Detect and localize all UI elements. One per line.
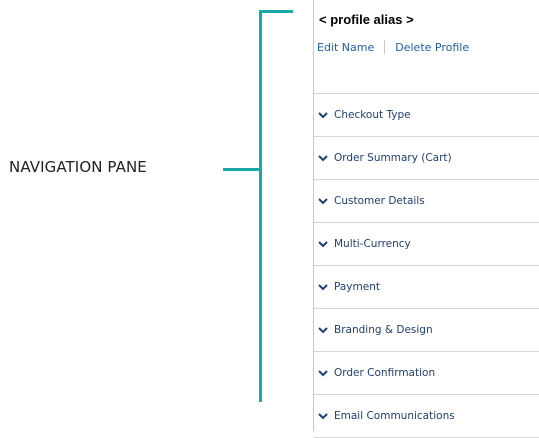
chevron-down-icon [318, 411, 328, 421]
section-customer-details[interactable]: Customer Details [314, 180, 539, 223]
section-order-summary[interactable]: Order Summary (Cart) [314, 137, 539, 180]
actions-separator [384, 40, 386, 54]
section-branding-design[interactable]: Branding & Design [314, 309, 539, 352]
section-multi-currency[interactable]: Multi-Currency [314, 223, 539, 266]
section-label: Payment [334, 281, 380, 293]
section-label: Multi-Currency [334, 238, 411, 250]
annotation-bracket-top [259, 10, 293, 13]
section-order-confirmation[interactable]: Order Confirmation [314, 352, 539, 395]
chevron-down-icon [318, 282, 328, 292]
annotation-label: NAVIGATION PANE [9, 158, 147, 176]
chevron-down-icon [318, 239, 328, 249]
section-label: Customer Details [334, 195, 425, 207]
section-label: Checkout Type [334, 109, 411, 121]
section-label: Email Communications [334, 410, 455, 422]
annotation-connector-line [223, 168, 260, 171]
section-checkout-type[interactable]: Checkout Type [314, 94, 539, 137]
section-email-communications[interactable]: Email Communications [314, 395, 539, 438]
chevron-down-icon [318, 110, 328, 120]
annotation-bracket-vertical [259, 10, 262, 402]
section-label: Branding & Design [334, 324, 433, 336]
section-label: Order Confirmation [334, 367, 436, 379]
section-payment[interactable]: Payment [314, 266, 539, 309]
chevron-down-icon [318, 153, 328, 163]
edit-name-link[interactable]: Edit Name [317, 41, 374, 54]
delete-profile-link[interactable]: Delete Profile [395, 41, 469, 54]
chevron-down-icon [318, 368, 328, 378]
section-label: Order Summary (Cart) [334, 152, 452, 164]
navigation-pane: < profile alias > Edit Name Delete Profi… [313, 0, 539, 438]
profile-actions: Edit Name Delete Profile [317, 40, 469, 54]
chevron-down-icon [318, 325, 328, 335]
chevron-down-icon [318, 196, 328, 206]
section-list: Checkout Type Order Summary (Cart) Custo… [314, 93, 539, 438]
profile-alias-title: < profile alias > [319, 12, 414, 27]
